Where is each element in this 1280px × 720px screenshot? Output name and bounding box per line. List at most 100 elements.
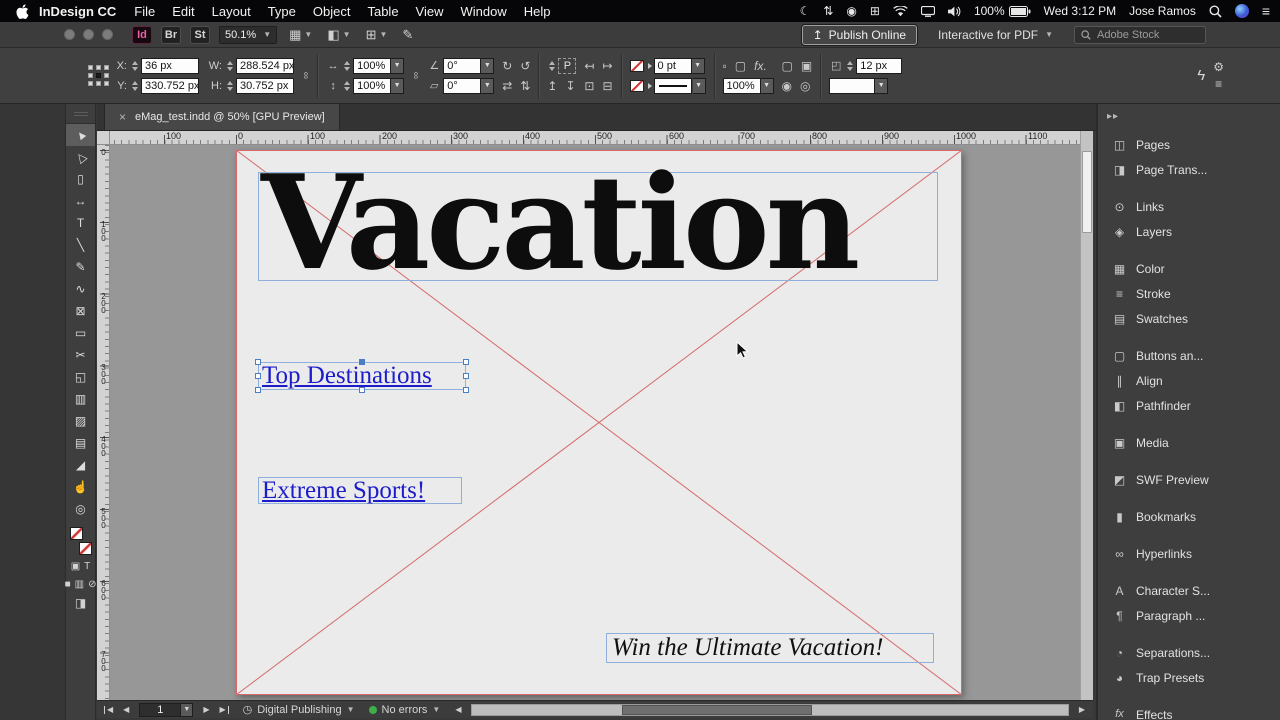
- scale-x-dropdown[interactable]: 100% ▼: [353, 57, 405, 74]
- scissors-tool[interactable]: ✂: [66, 344, 95, 366]
- close-window-button[interactable]: [64, 29, 75, 40]
- line-tool[interactable]: ╲: [66, 234, 95, 256]
- selection-handle[interactable]: [255, 373, 261, 379]
- selection-handle[interactable]: [359, 387, 365, 393]
- spaces-icon[interactable]: ⊞: [870, 5, 880, 17]
- extreme-sports-link[interactable]: Extreme Sports!: [259, 478, 461, 504]
- minimize-window-button[interactable]: [83, 29, 94, 40]
- align-top-icon[interactable]: ↥: [547, 79, 557, 93]
- wrap-bounding-icon[interactable]: ▣: [801, 59, 812, 73]
- selection-handle[interactable]: [255, 359, 261, 365]
- page-1[interactable]: Vacation Top Destinations Extreme Sports…: [236, 150, 962, 695]
- gap-tool[interactable]: ↔: [66, 190, 95, 212]
- rotate-clockwise-button[interactable]: ↻: [502, 59, 512, 73]
- document-canvas[interactable]: Vacation Top Destinations Extreme Sports…: [110, 145, 1080, 700]
- effects-menu-button[interactable]: fx.: [754, 59, 767, 73]
- gradient-swatch-tool[interactable]: ▥: [66, 388, 95, 410]
- wifi-icon[interactable]: [893, 5, 908, 17]
- horizontal-scrollbar[interactable]: [471, 703, 1069, 716]
- preflight-profile-dropdown[interactable]: ◷ Digital Publishing ▼: [243, 703, 355, 717]
- scale-y-dropdown[interactable]: 100% ▼: [353, 77, 405, 94]
- menu-type[interactable]: Type: [268, 4, 296, 19]
- note-tool[interactable]: ▤: [66, 432, 95, 454]
- menu-window[interactable]: Window: [461, 4, 507, 19]
- formatting-affects-container-icon[interactable]: ▣: [71, 562, 80, 572]
- direct-selection-tool[interactable]: △: [66, 146, 95, 168]
- selection-handle[interactable]: [463, 373, 469, 379]
- document-tab[interactable]: × eMag_test.indd @ 50% [GPU Preview]: [104, 104, 340, 130]
- object-style-badge[interactable]: P: [558, 57, 577, 74]
- fill-swatch[interactable]: [70, 527, 83, 540]
- h-stepper[interactable]: [225, 79, 234, 93]
- menu-file[interactable]: File: [134, 4, 155, 19]
- panel-button-links[interactable]: ⊙ Links: [1098, 194, 1280, 219]
- ruler-vertical[interactable]: 0 100 200 300 400 500 600 700: [97, 145, 110, 700]
- previous-page-button[interactable]: ◀: [122, 705, 130, 714]
- corner-radius-input[interactable]: 12 px: [856, 57, 903, 74]
- pencil-tool[interactable]: ∿: [66, 278, 95, 300]
- hand-tool[interactable]: ☝: [66, 476, 95, 498]
- rotation-angle-dropdown[interactable]: 0° ▼: [443, 57, 495, 74]
- y-stepper[interactable]: [130, 79, 139, 93]
- panel-button-separations-preview[interactable]: ◔ Separations...: [1098, 640, 1280, 665]
- headline-text-frame[interactable]: Vacation: [258, 158, 938, 288]
- apply-color-icon[interactable]: ■: [65, 580, 71, 590]
- transparency-icon[interactable]: ▢: [735, 59, 746, 73]
- apply-gradient-icon[interactable]: ▥: [75, 580, 84, 590]
- zoom-tool[interactable]: ◎: [66, 498, 95, 520]
- top-destinations-text-frame[interactable]: Top Destinations: [255, 359, 469, 393]
- page-tool[interactable]: ▯: [66, 168, 95, 190]
- page-number-dropdown[interactable]: 1 ▼: [139, 702, 194, 717]
- scroll-left-button[interactable]: ◀: [454, 705, 462, 714]
- menu-help[interactable]: Help: [524, 4, 551, 19]
- corner-shape-dropdown[interactable]: ▼: [829, 77, 889, 94]
- quick-apply-icon[interactable]: ϟ: [1197, 67, 1205, 84]
- liquid-layout-button[interactable]: ✎: [399, 27, 416, 43]
- constrain-dimensions-icon[interactable]: ∞: [300, 72, 311, 79]
- next-page-button[interactable]: ▶: [202, 705, 210, 714]
- w-stepper[interactable]: [225, 59, 234, 73]
- fit-frame-icon[interactable]: ↦: [602, 59, 612, 73]
- panel-button-layers[interactable]: ◈ Layers: [1098, 219, 1280, 244]
- horizontal-scrollbar-thumb[interactable]: [622, 704, 813, 715]
- menu-bar-clock[interactable]: Wed 3:12 PM: [1044, 4, 1116, 18]
- stroke-weight-dropdown[interactable]: 0 pt ▼: [653, 57, 705, 74]
- constrain-scale-icon[interactable]: ∞: [410, 72, 421, 79]
- menu-view[interactable]: View: [416, 4, 444, 19]
- stock-button[interactable]: St: [190, 25, 210, 44]
- updates-icon[interactable]: ⇅: [823, 5, 833, 17]
- opacity-dropdown[interactable]: 100% ▼: [722, 77, 774, 94]
- flip-horizontal-button[interactable]: ⇄: [502, 79, 512, 93]
- width-input[interactable]: 288.524 px: [236, 57, 294, 74]
- battery-icon[interactable]: [1008, 5, 1031, 17]
- panel-button-media[interactable]: ▣ Media: [1098, 430, 1280, 455]
- gradient-feather-tool[interactable]: ▨: [66, 410, 95, 432]
- first-page-button[interactable]: ◀: [104, 705, 116, 714]
- preflight-status-dropdown[interactable]: No errors ▼: [368, 704, 440, 716]
- panel-button-swatches[interactable]: ▤ Swatches: [1098, 306, 1280, 331]
- eyedropper-tool[interactable]: ◢: [66, 454, 95, 476]
- menu-object[interactable]: Object: [313, 4, 351, 19]
- adobe-stock-search-input[interactable]: Adobe Stock: [1074, 25, 1206, 44]
- vertical-scrollbar-thumb[interactable]: [1082, 151, 1092, 233]
- fill-stroke-controls[interactable]: [66, 524, 96, 558]
- align-bottom-icon[interactable]: ↧: [565, 79, 575, 93]
- apple-menu[interactable]: [16, 3, 29, 19]
- x-position-input[interactable]: 36 px: [141, 57, 199, 74]
- spotlight-search-icon[interactable]: [1209, 5, 1222, 18]
- fill-color-swatch[interactable]: [629, 79, 644, 92]
- selection-tool[interactable]: ▲: [66, 124, 95, 146]
- stroke-style-dropdown[interactable]: [653, 77, 692, 94]
- workspace-switcher[interactable]: Interactive for PDF ▼: [938, 28, 1053, 42]
- flip-vertical-button[interactable]: ⇅: [520, 79, 530, 93]
- top-destinations-link[interactable]: Top Destinations: [259, 363, 465, 389]
- dnd-icon[interactable]: ☾: [800, 5, 811, 17]
- selection-handle[interactable]: [359, 359, 365, 365]
- panel-button-pages[interactable]: ◫ Pages: [1098, 132, 1280, 157]
- wrap-object-icon[interactable]: ◉: [782, 79, 792, 93]
- scroll-right-button[interactable]: ▶: [1078, 705, 1086, 714]
- apply-none-icon[interactable]: ⊘: [88, 580, 96, 590]
- scale-y-stepper[interactable]: [342, 79, 351, 93]
- bridge-button[interactable]: Br: [161, 25, 181, 44]
- wrap-none-icon[interactable]: ▢: [782, 59, 793, 73]
